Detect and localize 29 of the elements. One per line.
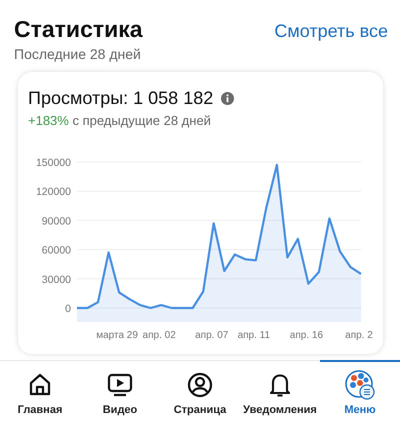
x-axis-label: апр. 02 xyxy=(142,330,176,341)
change-caption: с предыдущие 28 дней xyxy=(72,113,211,128)
x-axis-label: апр. 11 xyxy=(238,330,270,341)
see-all-link[interactable]: Смотреть все xyxy=(274,21,388,42)
nav-tab[interactable]: Видео xyxy=(80,360,160,423)
nav-tab[interactable]: Страница xyxy=(160,360,240,423)
change-percent: +183% xyxy=(28,113,69,128)
section-title: Статистика xyxy=(14,16,143,43)
y-axis-label: 150000 xyxy=(36,157,71,169)
x-axis-label: марта 29 xyxy=(96,330,138,341)
y-axis-label: 60000 xyxy=(42,244,71,257)
views-title: Просмотры: 1 058 182 xyxy=(28,88,214,109)
y-axis-label: 90000 xyxy=(42,215,71,228)
video-icon xyxy=(106,372,134,398)
x-axis-label: апр. 07 xyxy=(195,330,228,341)
y-axis-label: 120000 xyxy=(36,186,71,198)
period-subtitle: Последние 28 дней xyxy=(14,46,142,62)
info-icon[interactable] xyxy=(221,92,234,105)
nav-tab[interactable]: Меню xyxy=(320,360,400,423)
y-axis-label: 0 xyxy=(65,303,71,315)
x-axis-label: апр. 2 xyxy=(345,330,373,341)
menu-avatar-icon xyxy=(345,370,375,400)
bell-icon xyxy=(267,372,293,398)
y-axis-label: 30000 xyxy=(42,274,71,286)
nav-tab[interactable]: Уведомления xyxy=(240,360,320,423)
profile-icon xyxy=(187,372,213,398)
home-icon xyxy=(27,372,53,398)
nav-tab[interactable]: Главная xyxy=(0,360,80,423)
x-axis-label: апр. 16 xyxy=(290,330,324,341)
